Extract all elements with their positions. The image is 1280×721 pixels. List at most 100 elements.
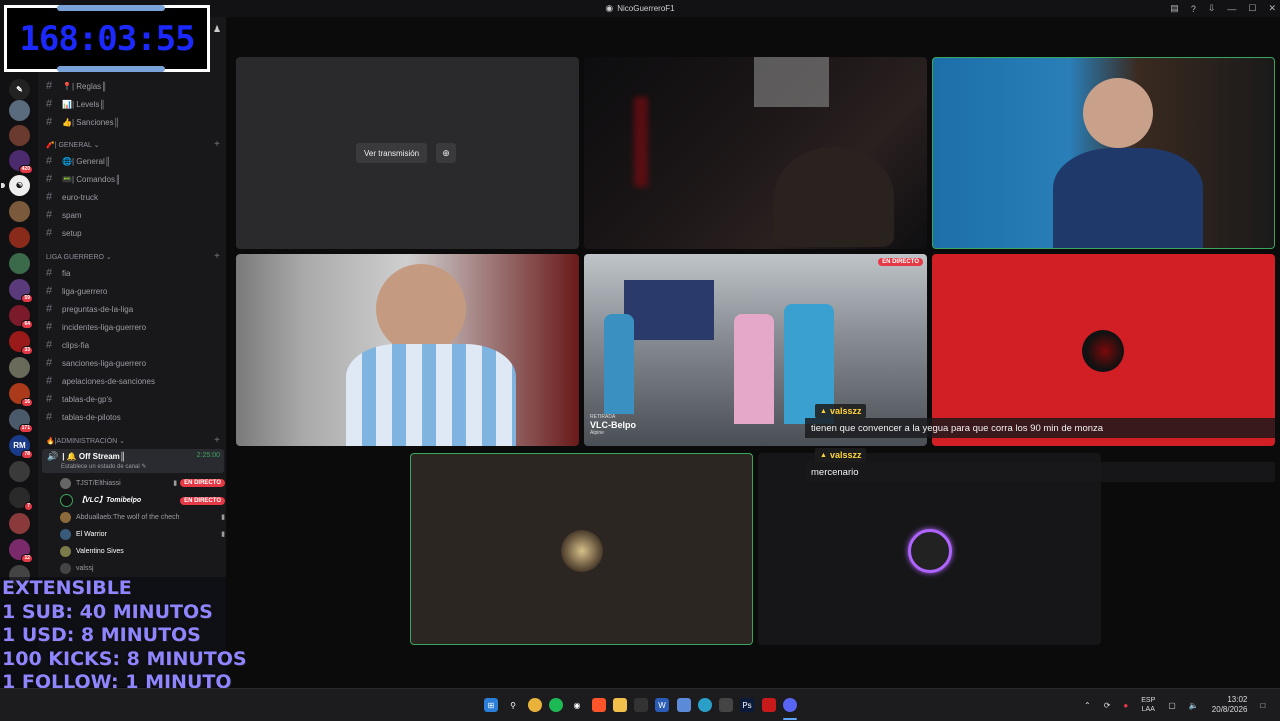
server-icon[interactable]: ☯ [1,175,30,196]
folder-icon[interactable] [613,698,627,712]
server-icon[interactable]: RM 78 [9,435,33,459]
help-icon[interactable]: ? [1191,4,1196,14]
edge-icon[interactable] [698,698,712,712]
clock[interactable]: 13:02 20/8/2026 [1212,695,1248,715]
language-indicator[interactable]: ESP LAA [1141,696,1155,714]
server-icon[interactable] [9,253,30,274]
download-icon[interactable]: ⇩ [1208,3,1216,14]
maximize-button[interactable]: ☐ [1248,3,1256,14]
photoshop-icon[interactable]: Ps [740,698,754,712]
server-icon[interactable]: 33 [9,331,33,355]
channel-item[interactable]: # incidentes-liga-guerrero [46,319,146,335]
spotify-icon[interactable] [549,698,563,712]
app-icon[interactable] [677,698,691,712]
server-icon[interactable] [9,513,30,534]
channel-item[interactable]: # setup [46,225,82,241]
volume-icon[interactable]: 🔈 [1189,701,1199,710]
hash-icon: # [46,267,53,279]
channel-status-prompt[interactable]: Establece un estado de canal ✎ [61,463,146,470]
voice-user[interactable]: El Warrior ▮ [60,526,225,542]
brave-icon[interactable] [592,698,606,712]
user-avatar [1082,330,1124,372]
server-icon[interactable] [9,461,30,482]
notifications-icon[interactable]: □ [1260,701,1265,710]
channel-item[interactable]: # sanciones-liga-guerrero [46,355,146,371]
sync-icon[interactable]: ⟳ [1104,701,1111,710]
server-icon[interactable]: 420 [9,150,33,174]
channel-item[interactable]: # spam [46,207,82,223]
channel-item[interactable]: # clips-fia [46,337,89,353]
system-tray: ⌃ ⟳ ● ESP LAA ▢ 🔈 13:02 20/8/2026 □ [1084,689,1265,721]
hash-icon: # [46,339,53,351]
microphone-icon[interactable]: ● [1123,701,1128,710]
voice-user[interactable]: Abduallaeb:The wolf of the chech ▮ [60,509,225,525]
camera-tile[interactable] [236,254,579,446]
discord-logo-icon: ◉ [605,3,614,13]
hash-icon: # [46,98,53,110]
server-icon[interactable]: ✎ [9,79,30,100]
server-icon[interactable] [9,201,30,222]
camera-tile-speaking[interactable] [932,57,1275,249]
add-channel-icon[interactable]: + [214,139,220,150]
channel-item[interactable]: # tablas-de-gp's [46,391,112,407]
voice-user[interactable]: Valentino Sives [60,543,225,559]
watch-stream-button[interactable]: Ver transmisión [356,143,428,163]
chevron-up-icon[interactable]: ⌃ [1084,701,1091,710]
channel-item[interactable]: # 🌐| General║ [46,153,110,169]
add-channel-icon[interactable]: + [214,251,220,262]
server-icon[interactable] [9,357,30,378]
server-icon[interactable] [9,227,30,248]
word-icon[interactable]: W [655,698,669,712]
close-button[interactable]: ✕ [1268,3,1276,14]
channel-item[interactable]: # euro-truck [46,189,98,205]
popout-icon[interactable]: ⊕ [436,143,456,163]
add-channel-icon[interactable]: + [214,435,220,446]
voice-user[interactable]: valssj [60,560,225,576]
channel-item[interactable]: # tablas-de-pilotos [46,409,121,425]
taskbar: ⊞ ⚲ ◉ W Ps ⌃ ⟳ ● ESP LAA ▢ 🔈 13:02 20/8/… [0,688,1280,721]
server-icon[interactable]: 59 [9,279,33,303]
stream-tile-preview[interactable]: Ver transmisión ⊕ [236,57,579,249]
channel-item[interactable]: # apelaciones-de-sanciones [46,373,155,389]
channel-item[interactable]: # preguntas-de-la-liga [46,301,133,317]
discord-icon[interactable] [783,698,797,712]
channel-item[interactable]: # 📍| Reglas║ [46,78,107,94]
obs-icon[interactable]: ◉ [570,698,584,712]
invite-icon[interactable]: ♟ [213,24,221,35]
voice-user[interactable]: 【VLC】Tomibelpo EN DIRECTO [60,492,225,508]
category-admin[interactable]: 🔥|ADMINISTRACIÓN ⌄ [46,437,125,445]
category-general[interactable]: 🧨| GENERAL ⌄ [46,141,99,149]
server-icon[interactable]: 12 [9,539,33,563]
channel-item[interactable]: # 👍| Sanciones║ [46,114,119,130]
camera-tile[interactable] [584,57,927,249]
server-icon[interactable] [9,125,30,146]
channel-item[interactable]: # liga-guerrero [46,283,107,299]
channel-item[interactable]: # fia [46,265,70,281]
app-icon[interactable] [634,698,648,712]
hash-icon: # [46,173,53,185]
server-icon[interactable] [9,100,30,121]
channel-item[interactable]: # 📟| Comandos║ [46,171,121,187]
avatar [60,528,71,540]
inbox-icon[interactable]: ▤ [1170,3,1179,14]
network-icon[interactable]: ▢ [1168,701,1176,710]
server-icon[interactable]: 7 [9,487,33,511]
voice-user[interactable]: TJST/Elthiassi ▮ EN DIRECTO [60,475,225,491]
start-icon[interactable]: ⊞ [484,698,498,712]
live-badge: EN DIRECTO [878,258,923,266]
app-icon[interactable] [719,698,733,712]
app-icon[interactable] [762,698,776,712]
minimize-button[interactable]: — [1227,4,1236,14]
hash-icon: # [46,285,53,297]
category-liga[interactable]: LIGA GUERRERO ⌄ [46,253,112,261]
server-icon[interactable]: 171 [9,409,33,433]
search-icon[interactable]: ⚲ [506,698,520,712]
avatar-tile-speaking[interactable] [410,453,753,645]
voice-channel-active[interactable]: 🔊 | 🔔 Off Stream║ 2:25:00 Establece un e… [42,449,224,473]
server-icon[interactable]: 64 [9,305,33,329]
server-icon[interactable]: 16 [9,383,33,407]
hash-icon: # [46,227,53,239]
channel-item[interactable]: # 📊| Levels║ [46,96,105,112]
stream-timer: 168:03:55 [4,5,210,72]
chrome-icon[interactable] [528,698,542,712]
